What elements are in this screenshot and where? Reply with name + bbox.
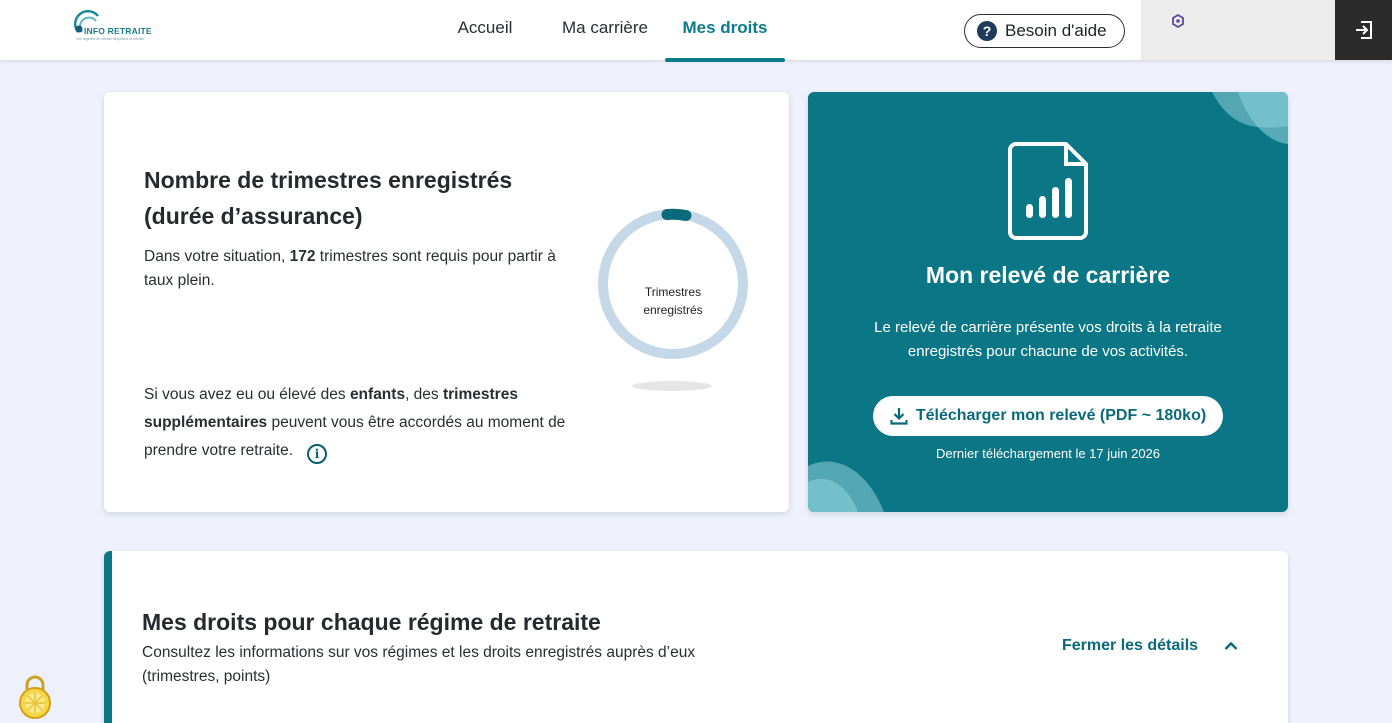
last-download-text: Dernier téléchargement le 17 juin 2026 [935,446,1161,461]
logo-subtext: Vos régimes de retraite simplifient la r… [76,37,145,41]
toggle-details-button[interactable]: Fermer les détails [1062,637,1238,655]
donut-shadow [632,381,712,391]
user-badge-icon [1172,14,1184,28]
deco-shape-top [1212,92,1288,144]
chevron-up-icon [1224,641,1238,650]
donut-marker [661,208,692,221]
nav-ma-carriere[interactable]: Ma carrière [550,0,660,60]
trimestres-children-text: Si vous avez eu ou élevé des enfants, de… [144,381,584,465]
header: INFO RETRAITE Vos régimes de retraite si… [0,0,1392,62]
trimestres-donut: Trimestres enregistrés [594,205,752,395]
lemon-lock-icon[interactable] [16,674,54,720]
deco-shape-bottom [808,461,884,512]
releve-description: Le relevé de carrière présente vos droit… [874,319,1222,360]
nav-mes-droits[interactable]: Mes droits [665,0,785,62]
nav-active-underline [665,58,785,62]
nav-accueil[interactable]: Accueil [438,0,532,60]
document-chart-icon [1008,142,1088,240]
question-circle-icon: ? [977,21,997,41]
trimestres-requirement-text: Dans votre situation, 172 trimestres son… [144,248,556,289]
donut-label: Trimestres enregistrés [643,285,703,317]
logo-text: INFO RETRAITE [84,26,152,36]
info-icon[interactable]: i [307,444,328,464]
logout-button[interactable] [1335,0,1392,60]
regimes-card: Mes droits pour chaque régime de retrait… [104,551,1288,723]
trimestres-title: Nombre de trimestres enregistrés (durée … [144,167,513,229]
user-zone[interactable] [1141,0,1335,60]
regimes-title: Mes droits pour chaque régime de retrait… [142,609,601,635]
releve-title: Mon relevé de carrière [925,262,1171,288]
regimes-description: Consultez les informations sur vos régim… [142,644,696,685]
download-releve-button[interactable]: Télécharger mon relevé (PDF ~ 180ko) [873,396,1223,436]
info-retraite-logo[interactable]: INFO RETRAITE Vos régimes de retraite si… [72,10,162,50]
help-button[interactable]: ? Besoin d'aide [964,14,1125,48]
trimestres-card: Nombre de trimestres enregistrés (durée … [104,92,789,512]
logout-icon [1355,21,1372,39]
download-icon [890,408,908,425]
releve-card: Mon relevé de carrière Le relevé de carr… [808,92,1288,512]
